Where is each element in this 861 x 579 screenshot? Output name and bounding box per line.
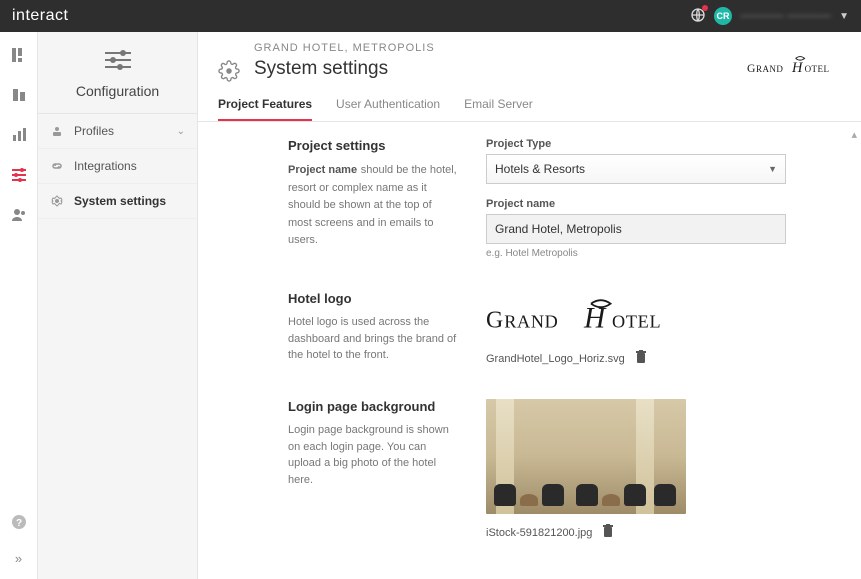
gear-icon xyxy=(218,60,240,82)
svg-text:H: H xyxy=(791,60,804,76)
select-value: Hotels & Resorts xyxy=(495,162,585,176)
svg-text:RAND: RAND xyxy=(504,312,558,332)
config-sidebar: Configuration Profiles ⌄ Integrations Sy… xyxy=(38,32,198,579)
caret-down-icon: ▼ xyxy=(768,164,777,174)
main-area: GRAND HOTEL, METROPOLIS System settings … xyxy=(198,32,861,579)
svg-text:OTEL: OTEL xyxy=(612,312,661,332)
sidebar-item-label: Integrations xyxy=(74,159,137,173)
sidebar-item-system-settings[interactable]: System settings xyxy=(38,184,197,219)
chart-icon[interactable] xyxy=(10,126,28,144)
desc-text: should be the hotel, resort or complex n… xyxy=(288,164,457,246)
config-title: Configuration xyxy=(46,83,189,99)
tab-project-features[interactable]: Project Features xyxy=(218,97,312,121)
sidebar-item-label: System settings xyxy=(74,194,166,208)
users-icon[interactable] xyxy=(10,206,28,224)
username: ———— ———— xyxy=(740,10,831,22)
collapse-icon[interactable]: » xyxy=(10,549,28,567)
tabs: Project Features User Authentication Ema… xyxy=(198,83,861,122)
tab-email-server[interactable]: Email Server xyxy=(464,97,533,121)
sliders-icon xyxy=(105,50,131,70)
section-hotel-logo: Hotel logo Hotel logo is used across the… xyxy=(288,291,821,367)
building-icon[interactable] xyxy=(10,86,28,104)
field-label: Project name xyxy=(486,198,786,210)
dashboard-icon[interactable] xyxy=(10,46,28,64)
sidebar-item-profiles[interactable]: Profiles ⌄ xyxy=(38,114,197,149)
project-name-input[interactable]: Grand Hotel, Metropolis xyxy=(486,214,786,244)
svg-text:G: G xyxy=(486,308,503,334)
brand-logo: GRAND HOTEL xyxy=(747,52,837,83)
sidebar-item-integrations[interactable]: Integrations xyxy=(38,149,197,184)
section-heading: Login page background xyxy=(288,399,458,414)
breadcrumb: GRAND HOTEL, METROPOLIS xyxy=(254,42,435,54)
section-heading: Project settings xyxy=(288,138,458,153)
section-heading: Hotel logo xyxy=(288,291,458,306)
svg-text:RAND: RAND xyxy=(756,64,783,74)
svg-text:OTEL: OTEL xyxy=(805,64,830,74)
section-project-settings: Project settings Project name should be … xyxy=(288,138,821,259)
field-label: Project Type xyxy=(486,138,786,150)
logo-preview: GRANDHOTEL xyxy=(486,297,786,340)
background-filename: iStock-591821200.jpg xyxy=(486,527,592,539)
tab-user-authentication[interactable]: User Authentication xyxy=(336,97,440,121)
desc-text: Login page background is shown on each l… xyxy=(288,422,458,488)
delete-logo-button[interactable] xyxy=(635,350,647,367)
page-title: System settings xyxy=(254,58,435,80)
svg-text:G: G xyxy=(747,62,756,75)
sidebar-item-label: Profiles xyxy=(74,124,114,138)
desc-text: Hotel logo is used across the dashboard … xyxy=(288,314,458,364)
gear-icon xyxy=(50,194,64,208)
settings-sliders-icon[interactable] xyxy=(10,166,28,184)
brand-text: interact xyxy=(12,7,68,25)
content-scroll[interactable]: ▴ Project settings Project name should b… xyxy=(198,122,861,579)
logo-filename: GrandHotel_Logo_Horiz.svg xyxy=(486,353,625,365)
svg-text:?: ? xyxy=(15,518,21,529)
icon-rail: ? » xyxy=(0,32,38,579)
profile-icon xyxy=(50,124,64,138)
delete-background-button[interactable] xyxy=(602,524,614,541)
user-avatar[interactable]: CR xyxy=(714,7,732,25)
background-preview xyxy=(486,399,686,514)
user-menu-caret[interactable]: ▼ xyxy=(839,11,849,22)
chevron-down-icon: ⌄ xyxy=(177,126,185,137)
help-icon[interactable]: ? xyxy=(10,513,28,531)
globe-icon[interactable] xyxy=(690,7,706,26)
topbar: interact CR ———— ———— ▼ xyxy=(0,0,861,32)
project-type-select[interactable]: Hotels & Resorts ▼ xyxy=(486,154,786,184)
link-icon xyxy=(50,159,64,173)
scroll-up-icon[interactable]: ▴ xyxy=(851,128,857,141)
field-hint: e.g. Hotel Metropolis xyxy=(486,248,786,259)
desc-title: Project name xyxy=(288,164,357,176)
input-value: Grand Hotel, Metropolis xyxy=(495,222,622,236)
section-login-background: Login page background Login page backgro… xyxy=(288,399,821,541)
